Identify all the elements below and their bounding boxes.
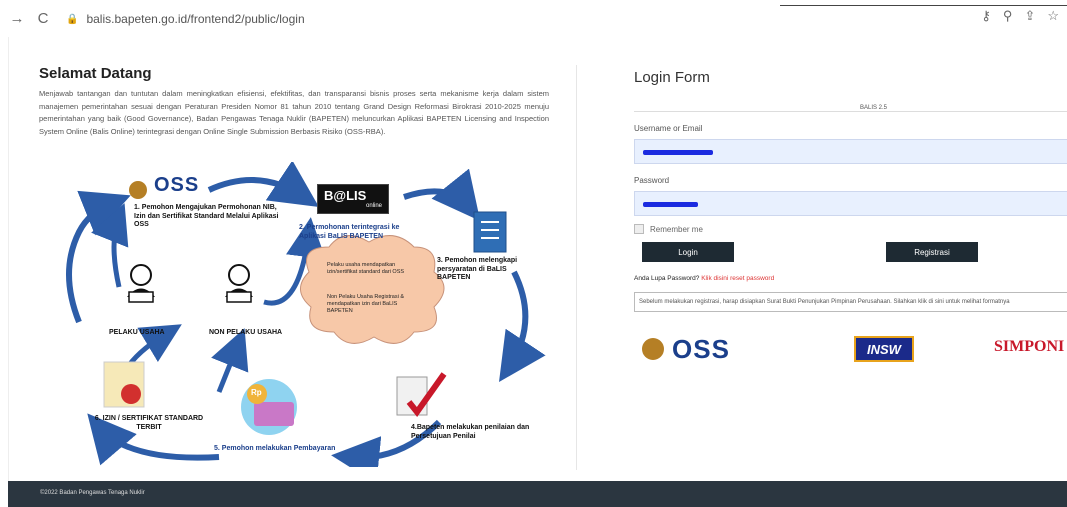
register-button[interactable]: Registrasi (886, 242, 978, 262)
username-field[interactable] (634, 139, 1067, 164)
remember-label: Remember me (650, 224, 703, 234)
password-label: Password (634, 176, 670, 185)
step-3-label: 3. Pemohon melengkapi persyaratan di BaL… (437, 257, 518, 281)
rupiah-icon: Rp (251, 388, 262, 397)
process-diagram: OSS B@LIS online 1. Pemohon Mengajukan P… (59, 162, 549, 467)
balis-logo: B@LIS online (317, 184, 389, 214)
address-bar[interactable]: 🔒 balis.bapeten.go.id/frontend2/public/l… (66, 8, 606, 30)
welcome-text: Menjawab tantangan dan tuntutan dalam me… (39, 89, 549, 136)
version-label: BALIS 2.5 (854, 105, 894, 111)
version-row: BALIS 2.5 (634, 104, 1067, 118)
remember-row: Remember me (634, 224, 1067, 234)
step-6-label: 6. IZIN / SERTIFIKAT STANDARD TERBIT (94, 415, 204, 431)
share-icon[interactable]: ⇪ (1024, 8, 1035, 24)
browser-toolbar: → C 🔒 balis.bapeten.go.id/frontend2/publ… (0, 0, 1067, 36)
oss-logo-link[interactable]: OSS (672, 334, 730, 365)
step-1-label: 1. Pemohon Mengajukan Permohonan NIB, Iz… (134, 204, 279, 228)
username-label: Username or Email (634, 124, 703, 133)
partner-logos: OSS INSW SIMPONI (634, 330, 1067, 380)
forgot-password-text: Anda Lupa Password? (634, 275, 700, 282)
page: Selamat Datang Menjawab tantangan dan tu… (8, 37, 1067, 507)
password-field[interactable] (634, 191, 1067, 216)
footer: ©2022 Badan Pengawas Tenaga Nuklir (8, 481, 1067, 507)
login-button[interactable]: Login (642, 242, 734, 262)
balis-logo-sub: online (365, 203, 382, 209)
step-2-label: 2. Permohonan terintegrasi ke Aplikasi B… (299, 224, 400, 240)
welcome-title: Selamat Datang (39, 65, 152, 82)
forgot-password-row: Anda Lupa Password? Klik disini reset pa… (634, 275, 1067, 282)
browser-actions: ⚷ ⚲ ⇪ ☆ (981, 8, 1059, 24)
key-icon[interactable]: ⚷ (981, 8, 991, 24)
column-divider (576, 65, 577, 470)
divider (780, 5, 1067, 6)
zoom-icon[interactable]: ⚲ (1003, 8, 1013, 24)
cloud-note-1: Pelaku usaha mendapatkan izin/sertifikat… (327, 262, 405, 275)
url-text: balis.bapeten.go.id/frontend2/public/log… (86, 12, 305, 26)
insw-logo-link[interactable]: INSW (854, 336, 914, 362)
lock-icon: 🔒 (66, 13, 79, 25)
cloud-note-2: Non Pelaku Usaha Registrasi & mendapatka… (327, 294, 405, 314)
reset-password-link[interactable]: Klik disini reset password (701, 275, 774, 282)
version-divider (634, 111, 1067, 112)
oss-logo: OSS (154, 174, 200, 196)
garuda-emblem-icon (642, 338, 664, 360)
login-section: Login Form BALIS 2.5 Username or Email P… (634, 69, 1067, 380)
balis-logo-text: B@LIS (324, 188, 367, 203)
step-5-label: 5. Pemohon melakukan Pembayaran (214, 445, 336, 452)
pelaku-usaha-label: PELAKU USAHA (109, 329, 165, 336)
username-value-masked (643, 150, 713, 155)
arrow-right-icon[interactable]: → (6, 7, 28, 29)
welcome-section: Selamat Datang Menjawab tantangan dan tu… (39, 65, 549, 138)
bookmark-star-icon[interactable]: ☆ (1047, 8, 1059, 24)
password-value-masked (643, 202, 698, 207)
registration-note[interactable]: Sebelum melakukan registrasi, harap disi… (634, 292, 1067, 312)
button-row: Login Registrasi (634, 242, 1067, 272)
remember-checkbox[interactable] (634, 224, 644, 234)
non-pelaku-usaha-label: NON PELAKU USAHA (209, 329, 283, 336)
reload-icon[interactable]: C (32, 7, 54, 29)
login-title: Login Form (634, 69, 710, 86)
step-4-label: 4.Bapeten melakukan penilaian dan Perset… (411, 424, 530, 440)
simponi-logo-link[interactable]: SIMPONI (994, 338, 1064, 356)
